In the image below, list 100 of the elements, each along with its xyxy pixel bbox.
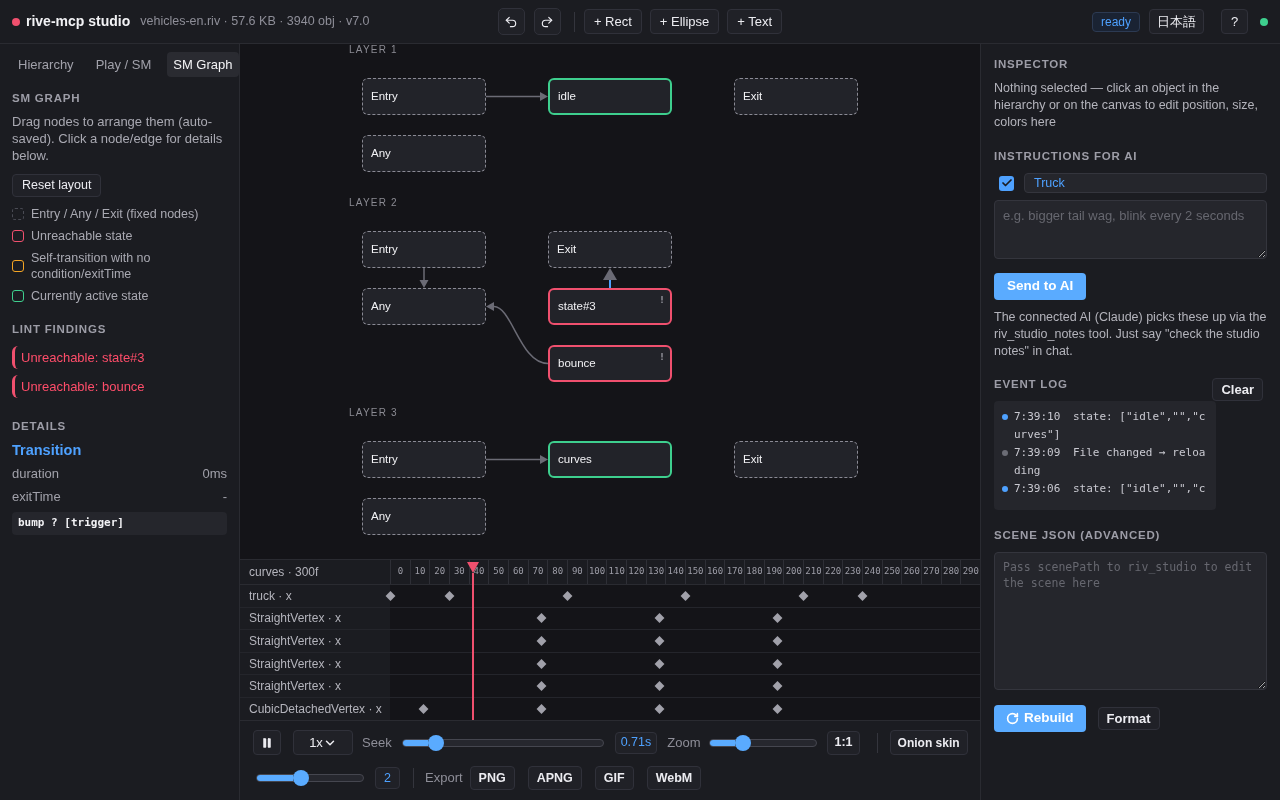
ruler-tick-label: 290 (962, 565, 979, 579)
pause-icon (261, 736, 273, 749)
slider-thumb[interactable] (734, 734, 751, 751)
ruler-tick-label: 70 (532, 565, 544, 579)
section-heading: EVENT LOG (994, 377, 1068, 391)
ruler-tick-label: 280 (943, 565, 960, 579)
ruler-tick-label: 150 (687, 565, 704, 579)
ruler-tick-label: 170 (726, 565, 743, 579)
export-button[interactable]: PNG (469, 766, 515, 790)
state-node[interactable]: Exit (548, 231, 672, 268)
export-button[interactable]: APNG (527, 766, 582, 790)
detail-value: 0ms (202, 465, 227, 484)
ai-help-text: The connected AI (Claude) picks these up via the riv_studio_notes tool. Just say "check the studio notes" in chat. (994, 309, 1267, 360)
state-node[interactable]: Any (362, 135, 486, 172)
state-node[interactable]: idle (548, 78, 672, 115)
ruler-tick-label: 230 (844, 565, 861, 579)
reset-layout-button[interactable]: Reset layout (12, 174, 102, 197)
state-node[interactable]: Exit (734, 441, 858, 478)
log-entry: 7:39:06 state: ["idle","","c (1014, 481, 1207, 497)
state-node[interactable]: Entry (362, 78, 486, 115)
speed-select[interactable]: 1x (293, 730, 353, 755)
panel-tab[interactable]: Hierarchy (12, 52, 80, 77)
slider-thumb[interactable] (293, 770, 310, 786)
ruler-tick-label: 80 (552, 565, 564, 579)
ruler-tick-label: 40 (473, 565, 485, 579)
ruler-tick-label: 140 (667, 565, 684, 579)
layer-label: LAYER 3 (349, 407, 398, 419)
scene-json-editor[interactable]: Pass scenePath to riv_studio to edit the scene here (994, 552, 1267, 690)
language-button[interactable]: 日本語 (1149, 9, 1204, 34)
legend-swatch-icon (12, 208, 24, 220)
zoom-label: Zoom (667, 733, 701, 752)
layer-label: LAYER 2 (349, 197, 398, 209)
slider-fill (710, 739, 735, 746)
inspector-message: Nothing selected — click an object in the hierarchy or on the canvas to edit position, size, colors here (994, 80, 1260, 131)
state-node[interactable]: Any (362, 498, 486, 535)
ruler-tick-label: 190 (765, 565, 783, 579)
undo-button[interactable] (497, 8, 525, 35)
panel-tab[interactable]: Play / SM (89, 52, 158, 77)
legend-swatch-icon (12, 230, 24, 242)
export-button[interactable]: WebM (646, 766, 702, 790)
state-node[interactable]: Any (362, 288, 486, 325)
ruler-tick-label: 200 (785, 565, 802, 579)
section-heading: INSPECTOR (994, 57, 1070, 71)
lint-finding[interactable]: Unreachable: bounce (12, 375, 227, 398)
panel-tab[interactable]: SM Graph (167, 52, 239, 77)
onion-skin-button[interactable]: Onion skin (889, 730, 968, 755)
detail-label: exitTime (12, 488, 61, 507)
slider-thumb[interactable] (427, 734, 444, 751)
legend-label: Self-transition with no condition/exitTime (31, 250, 152, 282)
ruler-tick-label: 220 (825, 565, 842, 579)
ruler-tick-label: 210 (805, 565, 822, 579)
ruler-tick-label: 120 (628, 565, 645, 579)
layer-label: LAYER 1 (349, 44, 398, 56)
ruler-tick-label: 110 (608, 565, 625, 579)
legend-label: Unreachable state (31, 228, 133, 244)
ruler-tick-label: 90 (571, 565, 583, 579)
file-info: vehicles-en.riv · 57.6 KB · 3940 obj · v7.0 (140, 13, 370, 31)
ruler-tick-label: 240 (864, 565, 881, 579)
ruler-tick-label: 50 (493, 565, 505, 579)
add-shape-button[interactable]: + Ellipse (649, 9, 720, 34)
detail-value: - (222, 488, 227, 507)
state-node[interactable]: Entry (362, 441, 486, 478)
redo-button[interactable] (533, 8, 561, 35)
export-label: Export (425, 769, 463, 788)
add-shape-button[interactable]: + Text (727, 9, 783, 34)
clear-log-button[interactable]: Clear (1212, 378, 1263, 401)
ruler-tick-label: 0 (397, 565, 404, 579)
legend-swatch-icon (12, 260, 24, 272)
time-readout: 0.71s (614, 731, 658, 754)
pause-button[interactable] (253, 730, 281, 755)
state-node[interactable]: Entry (362, 231, 486, 268)
check-icon (1000, 177, 1013, 189)
timeline-title: curves · 300f (240, 560, 390, 585)
slider-fill (257, 775, 294, 781)
add-shape-button[interactable]: + Rect (583, 9, 642, 34)
redo-icon (540, 14, 555, 29)
log-entry: 7:39:10 state: ["idle","","curves"] (1014, 409, 1207, 443)
reset-zoom-button[interactable]: 1:1 (827, 730, 860, 755)
state-node[interactable]: Exit (734, 78, 858, 115)
section-heading: SCENE JSON (ADVANCED) (994, 528, 1162, 542)
export-button[interactable]: GIF (594, 766, 634, 790)
target-input[interactable]: Truck (1024, 173, 1267, 193)
ruler-tick-label: 160 (706, 565, 724, 579)
app-title: rive-mcp studio (26, 12, 131, 31)
legend-swatch-icon (12, 290, 24, 302)
slider-fill (402, 739, 428, 746)
ruler-tick-label: 100 (588, 565, 606, 579)
help-button[interactable]: ? (1221, 9, 1248, 34)
section-heading: DETAILS (12, 419, 67, 433)
state-node[interactable]: bounce (548, 345, 672, 382)
section-heading: INSTRUCTIONS FOR AI (994, 149, 1139, 163)
ruler-tick-label: 180 (746, 565, 763, 579)
lint-finding[interactable]: Unreachable: state#3 (12, 346, 227, 369)
instruction-field[interactable]: e.g. bigger tail wag, blink every 2 seconds (994, 200, 1267, 259)
state-node[interactable]: curves (548, 441, 672, 478)
state-node[interactable]: state#3 (548, 288, 672, 325)
checkbox[interactable] (999, 175, 1014, 191)
legend-label: Currently active state (31, 288, 149, 304)
ruler-tick-label: 130 (647, 565, 665, 579)
format-button[interactable]: Format (1097, 707, 1160, 730)
